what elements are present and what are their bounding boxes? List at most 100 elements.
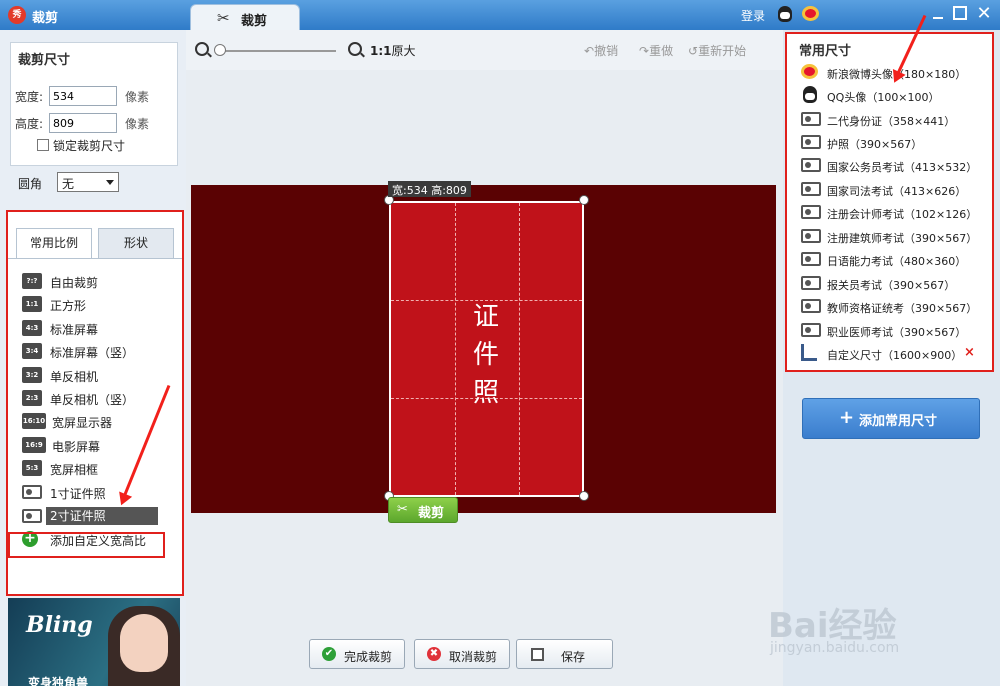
ratio-3-2-icon: 3:2 <box>22 367 42 383</box>
ad-banner[interactable]: Bling 变身独角兽 <box>8 598 180 686</box>
size-item-label: 注册建筑师考试（390×567） <box>827 232 978 245</box>
ratio-item-label: 单反相机 <box>50 370 99 384</box>
close-button[interactable]: ✕ <box>974 3 994 24</box>
cancel-crop-button[interactable]: ✖ 取消裁剪 <box>414 639 510 669</box>
ratio-item-3-4[interactable]: 3:4 标准屏幕（竖） <box>22 342 172 362</box>
size-item-label: 国家司法考试（413×626） <box>827 185 967 198</box>
weibo-icon[interactable] <box>802 6 819 21</box>
size-item-label: 二代身份证（358×441） <box>827 115 956 128</box>
id-photo-icon <box>801 112 821 126</box>
ratio-item-square[interactable]: 1:1 正方形 <box>22 295 172 315</box>
size-item-custom[interactable]: 自定义尺寸（1600×900） × <box>799 344 989 364</box>
id-photo-icon <box>801 276 821 290</box>
ratio-item-5-3[interactable]: 5:3 宽屏相框 <box>22 459 172 479</box>
original-size-label: 原大 <box>391 44 416 58</box>
ratio-label: 1:1 <box>370 44 392 58</box>
size-item-label: 教师资格证统考（390×567） <box>827 302 978 315</box>
size-item-architect[interactable]: 注册建筑师考试（390×567） <box>799 227 989 247</box>
tab-shape[interactable]: 形状 <box>98 228 174 258</box>
ruler-icon <box>801 344 817 361</box>
ratio-item-label: 宽屏显示器 <box>52 416 113 430</box>
ratio-item-16-9[interactable]: 16:9 电影屏幕 <box>22 436 172 456</box>
id-photo-icon <box>22 509 42 523</box>
actual-size-button[interactable]: 1:1原大 <box>370 42 416 59</box>
ratio-item-label: 标准屏幕（竖） <box>50 346 135 360</box>
zoom-out-icon[interactable] <box>195 42 209 56</box>
size-item-label: 自定义尺寸（1600×900） <box>827 349 963 362</box>
maximize-button[interactable] <box>953 6 967 20</box>
width-input[interactable] <box>49 86 117 106</box>
add-common-size-button[interactable]: + 添加常用尺寸 <box>802 398 980 439</box>
ratio-item-label: 1寸证件照 <box>50 487 106 501</box>
id-photo-icon <box>801 135 821 149</box>
ratio-item-3-2[interactable]: 3:2 单反相机 <box>22 366 172 386</box>
size-item-civil-service[interactable]: 国家公务员考试（413×532） <box>799 156 989 176</box>
zoom-in-icon[interactable] <box>348 42 362 56</box>
crop-selection[interactable]: 证件照 <box>389 201 584 497</box>
add-common-size-label: 添加常用尺寸 <box>859 414 938 429</box>
size-item-label: 护照（390×567） <box>827 138 923 151</box>
size-item-label: 日语能力考试（480×360） <box>827 255 967 268</box>
crop-size-tooltip: 宽:534 高:809 <box>388 181 471 197</box>
ratio-4-3-icon: 4:3 <box>22 320 42 336</box>
chevron-down-icon <box>106 180 114 189</box>
app-logo-icon: 秀 <box>8 6 26 24</box>
ratio-16-9-icon: 16:9 <box>22 437 46 453</box>
minimize-button[interactable] <box>930 6 946 22</box>
annotation-highlight-box <box>8 532 165 558</box>
common-sizes-title: 常用尺寸 <box>799 44 852 59</box>
window-title: 裁剪 <box>32 11 59 26</box>
ratio-item-label: 自由裁剪 <box>50 276 99 290</box>
ratio-item-label: 2寸证件照 <box>46 507 158 525</box>
ratio-item-free[interactable]: ?:? 自由裁剪 <box>22 272 172 292</box>
save-button[interactable]: 保存 <box>516 639 613 669</box>
ratio-item-label: 正方形 <box>50 299 87 313</box>
corner-radius-value: 无 <box>62 177 75 191</box>
size-item-cpa[interactable]: 注册会计师考试（102×126） <box>799 203 989 223</box>
ad-title: Bling <box>26 612 93 638</box>
delete-icon[interactable]: × <box>964 345 975 360</box>
size-item-jlpt[interactable]: 日语能力考试（480×360） <box>799 250 989 270</box>
lock-size-checkbox[interactable] <box>37 139 49 151</box>
size-item-passport[interactable]: 护照（390×567） <box>799 133 989 153</box>
qq-icon <box>803 86 817 103</box>
cancel-crop-label: 取消裁剪 <box>449 650 498 664</box>
check-icon: ✔ <box>322 647 336 661</box>
ratio-item-2-3[interactable]: 2:3 单反相机（竖） <box>22 389 172 409</box>
corner-radius-select[interactable]: 无 <box>57 172 119 192</box>
crop-handle-bottom-right[interactable] <box>579 491 589 501</box>
height-input[interactable] <box>49 113 117 133</box>
restart-button[interactable]: ↺重新开始 <box>688 42 746 59</box>
size-item-qq[interactable]: QQ头像（100×100） <box>799 86 989 106</box>
size-item-id-card[interactable]: 二代身份证（358×441） <box>799 110 989 130</box>
id-photo-icon <box>801 323 821 337</box>
zoom-slider[interactable] <box>216 50 336 52</box>
crop-size-title: 裁剪尺寸 <box>18 53 71 68</box>
crop-size-panel: 裁剪尺寸 宽度: 像素 高度: 像素 锁定裁剪尺寸 <box>10 42 178 166</box>
ratio-item-4-3[interactable]: 4:3 标准屏幕 <box>22 319 172 339</box>
tab-crop-label: 裁剪 <box>241 14 268 29</box>
finish-crop-button[interactable]: ✔ 完成裁剪 <box>309 639 405 669</box>
undo-button[interactable]: ↶撤销 <box>584 42 618 59</box>
size-item-judicial[interactable]: 国家司法考试（413×626） <box>799 180 989 200</box>
ratio-item-label: 标准屏幕 <box>50 323 99 337</box>
id-photo-icon <box>801 299 821 313</box>
photo-text: 证件照 <box>472 302 499 408</box>
tab-common-ratio[interactable]: 常用比例 <box>16 228 92 258</box>
ratio-5-3-icon: 5:3 <box>22 460 42 476</box>
plus-icon: + <box>839 407 855 428</box>
size-item-customs[interactable]: 报关员考试（390×567） <box>799 274 989 294</box>
size-item-teacher[interactable]: 教师资格证统考（390×567） <box>799 297 989 317</box>
zoom-slider-thumb[interactable] <box>214 44 226 56</box>
size-item-physician[interactable]: 职业医师考试（390×567） <box>799 321 989 341</box>
qq-icon[interactable] <box>778 6 792 22</box>
crop-handle-top-right[interactable] <box>579 195 589 205</box>
ratio-item-2inch[interactable]: 2寸证件照 <box>12 507 162 527</box>
tab-crop[interactable]: ✂ 裁剪 <box>190 4 300 30</box>
id-photo-icon <box>801 252 821 266</box>
redo-button[interactable]: ↷重做 <box>639 42 673 59</box>
crop-button[interactable]: ✂ 裁剪 <box>388 497 458 523</box>
ratio-item-1inch[interactable]: 1寸证件照 <box>22 483 172 503</box>
baidu-watermark: Bai经验 jingyan.baidu.com <box>768 598 998 684</box>
login-link[interactable]: 登录 <box>741 7 765 24</box>
